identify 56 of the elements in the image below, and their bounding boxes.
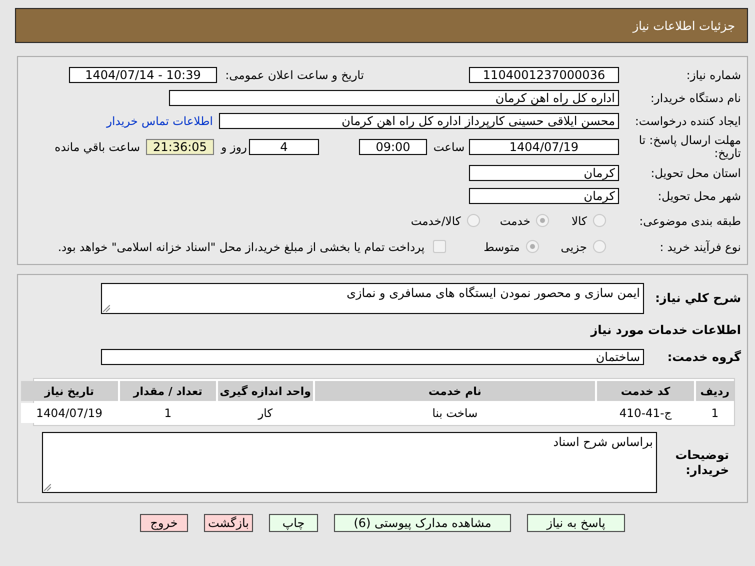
deadline-date-field[interactable]: 1404/07/19	[469, 139, 619, 155]
option-label: کالا	[571, 214, 587, 228]
need-number-field[interactable]: 1104001237000036	[469, 67, 619, 83]
resize-grip-icon[interactable]	[103, 305, 110, 312]
action-button[interactable]: مشاهده مدارک پیوستی (6)	[334, 514, 511, 532]
checkbox[interactable]	[432, 240, 446, 253]
radio-button[interactable]	[593, 214, 606, 227]
deadline-time-field[interactable]: 09:00	[359, 139, 427, 155]
field-label: مهلت ارسال پاسخ: تا تاریخ:	[638, 134, 741, 160]
field-label: نوع فرآیند خرید :	[658, 240, 741, 254]
field-label: ایجاد کننده درخواست:	[634, 114, 741, 128]
service-group-field[interactable]: ساختمان	[101, 349, 644, 365]
field-label: نام دستگاه خریدار:	[649, 91, 741, 105]
days-field[interactable]: 4	[249, 139, 319, 155]
buyer-org-field[interactable]: اداره کل راه اهن کرمان	[169, 90, 619, 106]
column-header: تاریخ نیاز	[21, 381, 118, 401]
radio-button[interactable]	[536, 214, 550, 227]
payment-note: پرداخت تمام یا بخشی از مبلغ خرید،از محل "اسناد خزانه اسلامی" خواهد بود.	[58, 240, 425, 254]
province-field[interactable]: کرمان	[469, 165, 619, 181]
field-label: شهر محل تحویل:	[656, 189, 741, 203]
option-label: خدمت	[500, 214, 530, 228]
section-title: اطلاعات خدمات مورد نیاز	[590, 323, 741, 337]
option-label: جزیی	[560, 240, 587, 254]
field-label: استان محل تحویل:	[650, 166, 741, 180]
remaining-time-field[interactable]: 21:36:05	[146, 139, 214, 155]
contact-link[interactable]: اطلاعات تماس خریدار	[106, 114, 213, 128]
announce-date-field[interactable]: 1404/07/14 - 10:39	[69, 67, 217, 83]
column-header: کد خدمت	[597, 381, 694, 401]
column-header: تعداد / مقدار	[120, 381, 216, 401]
days-label: روز و	[220, 140, 248, 154]
requester-field[interactable]: محسن ایلاقی حسینی کارپرداز اداره کل راه اهن کرمان	[219, 113, 619, 129]
option-label: متوسط	[484, 240, 520, 254]
page-title: جزئیات اطلاعات نیاز	[632, 18, 735, 32]
field-label: شرح کلي نیاز:	[654, 290, 741, 305]
resize-grip-icon[interactable]	[44, 484, 51, 491]
field-label: طبقه بندی موضوعی:	[638, 214, 741, 228]
action-button[interactable]: پاسخ به نیاز	[527, 514, 625, 532]
field-label: شماره نیاز:	[685, 68, 741, 82]
radio-button[interactable]	[466, 214, 480, 227]
column-header: ردیف	[696, 381, 734, 401]
radio-button[interactable]	[593, 240, 606, 253]
remaining-label: ساعت باقي مانده	[54, 140, 140, 154]
option-label: کالا/خدمت	[410, 214, 461, 228]
column-header: واحد اندازه گیری	[218, 381, 313, 401]
time-label: ساعت	[432, 140, 466, 154]
field-label: تاریخ و ساعت اعلان عمومی:	[224, 68, 364, 82]
buyer-notes-field[interactable]: براساس شرح اسناد	[42, 432, 657, 493]
field-label: گروه خدمت:	[666, 350, 741, 364]
radio-button[interactable]	[526, 240, 539, 253]
description-field[interactable]: ایمن سازی و محصور نمودن ایستگاه های مسافری و نمازی	[101, 283, 644, 314]
action-button[interactable]: چاپ	[269, 514, 318, 532]
action-button[interactable]: بازگشت	[204, 514, 253, 532]
city-field[interactable]: کرمان	[469, 188, 619, 204]
action-button[interactable]: خروج	[140, 514, 188, 532]
field-label: توضیحات خریدار:	[674, 447, 730, 478]
column-header: نام خدمت	[314, 381, 596, 401]
